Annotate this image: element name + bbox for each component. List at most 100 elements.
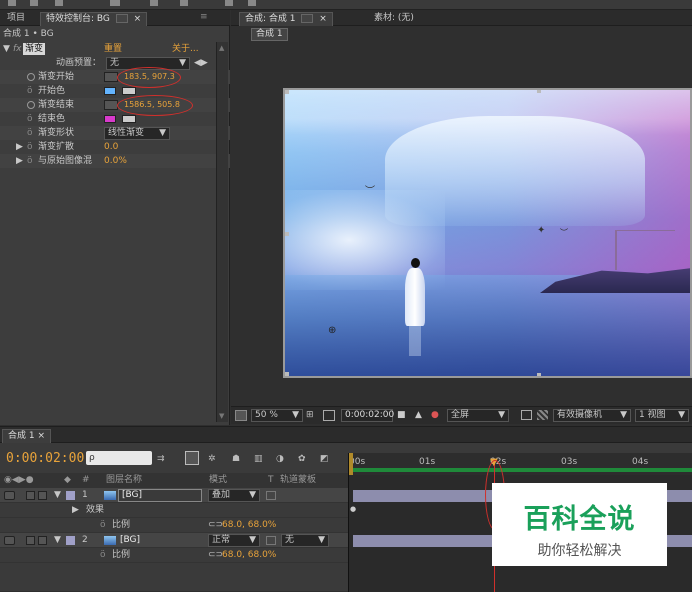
reset-link[interactable]: 重置 (104, 42, 122, 56)
layer-effects-row[interactable]: ▶ 效果 (0, 503, 348, 518)
handle[interactable] (537, 373, 541, 376)
layer-name[interactable]: [BG] (120, 533, 140, 548)
time-ruler[interactable]: 00s 01s 02s 03s 04s (348, 453, 692, 475)
dropdown-arrow-icon[interactable] (301, 14, 314, 23)
resolution-dropdown[interactable]: 全屏 ▼ (447, 409, 509, 422)
tab-footage[interactable]: 素材: (无) (369, 12, 419, 26)
arrow-icon[interactable] (8, 0, 16, 6)
composition-mini-flowchart-icon[interactable]: ⇉ (157, 454, 165, 464)
pen-icon[interactable] (150, 0, 158, 6)
layer-row-1[interactable]: ▼ 1 [BG] 叠加 ▼ (0, 488, 348, 503)
text-icon[interactable] (180, 0, 188, 6)
always-preview-icon[interactable] (235, 410, 247, 421)
prop-value[interactable]: 0.0 (104, 140, 118, 154)
expand-triangle-icon[interactable]: ▶ (16, 140, 23, 154)
preserve-transparency-toggle[interactable] (266, 536, 276, 545)
views-dropdown[interactable]: 1 视图 ▼ (635, 409, 689, 422)
eyedropper-icon[interactable] (122, 87, 136, 95)
expand-triangle-icon[interactable]: ▼ (54, 488, 61, 503)
expand-triangle-icon[interactable]: ▼ (54, 533, 61, 548)
roi-icon[interactable] (521, 410, 532, 420)
scroll-down-icon[interactable]: ▼ (219, 412, 224, 420)
transparency-grid-icon[interactable] (537, 410, 548, 420)
handle[interactable] (537, 90, 541, 93)
color-channel-icon[interactable]: ● (431, 410, 439, 420)
link-icon[interactable]: ⊂⊃ (208, 518, 223, 533)
scale-value[interactable]: 68.0, 68.0% (222, 518, 276, 533)
effect-header-row[interactable]: ▼ fx 渐变 重置 关于... (0, 42, 230, 56)
link-icon[interactable]: ⊂⊃ (208, 548, 223, 563)
stopwatch-icon[interactable]: ö (27, 126, 33, 140)
scrollbar[interactable]: ▲ ▼ (216, 42, 228, 422)
color-swatch[interactable] (104, 115, 116, 123)
lock-toggle[interactable] (38, 491, 47, 500)
column-layer-name[interactable]: 图层名称 (106, 473, 142, 488)
expand-triangle-icon[interactable]: ▶ (72, 503, 79, 518)
layer-row-2[interactable]: ▼ 2 [BG] 正常 ▼ 无 ▼ (0, 533, 348, 548)
search-input[interactable]: ρ (86, 451, 152, 465)
blend-mode-dropdown[interactable]: 叠加 ▼ (208, 489, 260, 502)
blend-mode-dropdown[interactable]: 正常 ▼ (208, 534, 260, 547)
handle[interactable] (285, 232, 289, 236)
shy-icon[interactable]: ☗ (232, 454, 240, 464)
prop-value[interactable]: 0.0% (104, 154, 127, 168)
lock-toggle[interactable] (38, 536, 47, 545)
preset-nav-arrows-icon[interactable]: ◀▶ (194, 56, 208, 70)
comp-canvas[interactable]: ︶ ✦ ︶ ⊕ (283, 88, 692, 378)
close-icon[interactable]: × (134, 14, 142, 24)
label-color[interactable] (66, 536, 75, 545)
layer-scale-row-2[interactable]: ö 比例 ⊂⊃ 68.0, 68.0% (0, 548, 348, 563)
stopwatch-icon[interactable]: ö (100, 548, 106, 563)
graph-editor-icon[interactable]: ◩ (320, 454, 329, 464)
scroll-up-icon[interactable]: ▲ (219, 44, 224, 52)
brainstorm-icon[interactable]: ✿ (298, 454, 306, 464)
mask-icon[interactable] (323, 410, 335, 421)
draft3d-icon[interactable]: ✲ (208, 454, 216, 464)
stopwatch-icon[interactable]: ö (27, 140, 33, 154)
zoom-icon[interactable] (55, 0, 63, 6)
stopwatch-icon[interactable] (27, 101, 35, 109)
dropdown-arrow-icon[interactable] (115, 14, 128, 23)
handle[interactable] (285, 372, 289, 376)
preserve-transparency-toggle[interactable] (266, 491, 276, 500)
current-time[interactable]: 0:00:02:00 (6, 451, 84, 466)
show-snapshot-icon[interactable]: ▲ (415, 410, 422, 420)
solo-toggle[interactable] (26, 491, 35, 500)
tab-effect-controls[interactable]: 特效控制台: BG × (40, 12, 148, 26)
fx-toggle[interactable]: fx (13, 42, 22, 56)
timecode-display[interactable]: 0:00:02:00 (341, 409, 394, 422)
tab-project[interactable]: 项目 (2, 12, 30, 26)
keyframe-icon[interactable]: ● (350, 505, 356, 513)
work-area-start-handle[interactable] (349, 453, 353, 475)
eye-icon[interactable] (4, 536, 15, 545)
motion-blur-icon[interactable]: ◑ (276, 454, 284, 464)
expand-triangle-icon[interactable]: ▶ (16, 154, 23, 168)
crosshair-icon[interactable]: ⊕ (328, 325, 336, 336)
work-area-bar[interactable] (349, 468, 692, 472)
track-matte-dropdown[interactable]: 无 ▼ (281, 534, 329, 547)
scale-value[interactable]: 68.0, 68.0% (222, 548, 276, 563)
about-link[interactable]: 关于... (172, 42, 199, 56)
layer-name[interactable]: [BG] (118, 489, 202, 502)
crosshair-icon[interactable] (104, 72, 118, 82)
eye-icon[interactable] (4, 491, 15, 500)
close-icon[interactable]: × (37, 431, 45, 441)
comp-breadcrumb[interactable]: 合成 1 (251, 28, 288, 41)
hand-icon[interactable] (30, 0, 38, 6)
crosshair-icon[interactable]: ✦ (537, 225, 545, 236)
brush-icon[interactable] (225, 0, 233, 6)
stopwatch-icon[interactable]: ö (27, 154, 33, 168)
shape-dropdown[interactable]: 线性渐变 ▼ (104, 127, 170, 140)
tab-timeline-comp[interactable]: 合成 1 × (2, 429, 52, 443)
close-icon[interactable]: × (319, 14, 327, 24)
effect-name[interactable]: 渐变 (23, 43, 46, 55)
expand-triangle-icon[interactable]: ▼ (3, 42, 10, 56)
zoom-dropdown[interactable]: 50 % ▼ (251, 409, 303, 422)
grid-icon[interactable]: ⊞ (306, 410, 314, 420)
stopwatch-icon[interactable]: ö (27, 112, 33, 126)
tab-composition[interactable]: 合成: 合成 1 × (239, 12, 333, 26)
stopwatch-icon[interactable] (27, 73, 35, 81)
handle[interactable] (285, 90, 289, 94)
stopwatch-icon[interactable]: ö (27, 84, 33, 98)
stopwatch-icon[interactable]: ö (100, 518, 106, 533)
